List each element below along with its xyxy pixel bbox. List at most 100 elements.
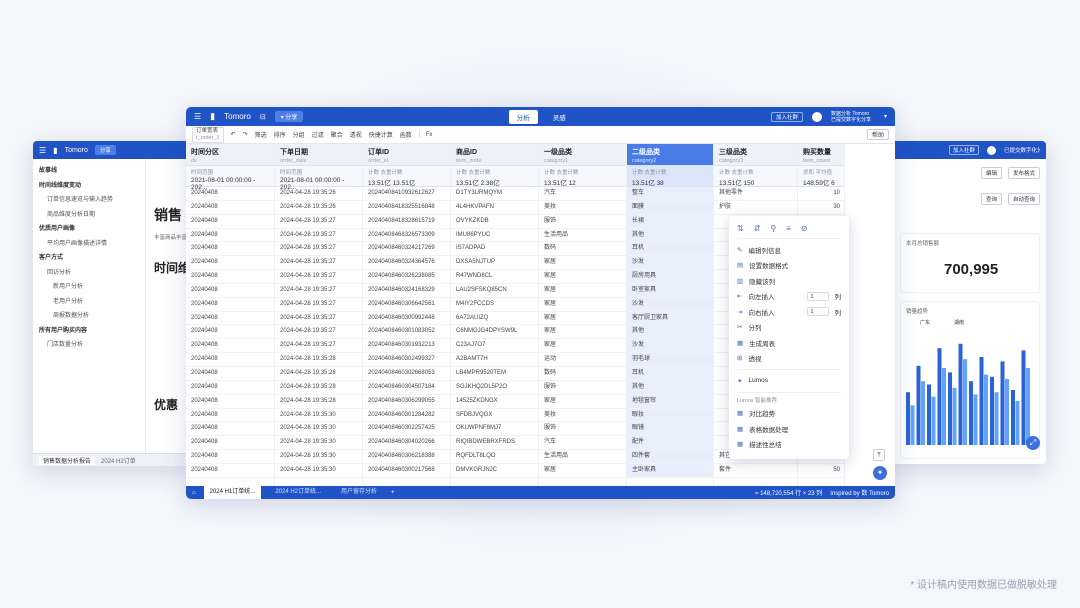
table-cell[interactable]: 服饰 — [539, 422, 626, 437]
home-icon[interactable]: ⌂ — [192, 490, 196, 496]
table-cell[interactable]: 20240408460306218388 — [363, 450, 450, 464]
table-cell[interactable]: 20240408460301083052 — [363, 325, 450, 340]
table-cell[interactable]: RIQIBDWEBRXFRDS — [451, 436, 538, 451]
table-cell[interactable]: 2024-04-28 19:35:27 — [275, 256, 362, 271]
chevron-down-icon[interactable]: ▾ — [884, 113, 887, 120]
table-cell[interactable]: 生活用品 — [539, 229, 626, 243]
table-cell[interactable]: 20240408 — [186, 367, 274, 381]
column-header[interactable]: 三级品类 category3 — [714, 144, 797, 166]
sort-asc-icon[interactable]: ⇅ — [737, 224, 744, 233]
table-cell[interactable]: 面膜 — [627, 200, 713, 215]
avatar[interactable] — [812, 111, 822, 122]
column-header[interactable]: 商品ID item_code — [451, 144, 538, 166]
query-button[interactable]: 查询 — [980, 193, 1002, 205]
table-cell[interactable]: 20240408 — [186, 339, 274, 354]
doc-tab-active[interactable]: 销售数据分析报告 — [39, 455, 96, 465]
add-tab-icon[interactable]: + — [391, 490, 395, 496]
help-button[interactable]: 帮助 — [866, 129, 889, 140]
float-action-button[interactable]: ✦ — [873, 466, 887, 480]
table-cell[interactable]: OVYKZKDB — [451, 215, 538, 229]
table-cell[interactable]: 2024-04-28 19:35:27 — [275, 215, 362, 229]
table-cell[interactable]: 2024-04-28 19:35:27 — [275, 325, 362, 340]
table-cell[interactable]: 20240408 — [186, 215, 274, 229]
table-cell[interactable]: 沙发 — [627, 256, 713, 271]
table-cell[interactable]: 生活用品 — [539, 450, 626, 464]
column-header[interactable]: 时间分区 ds — [186, 144, 274, 166]
column-header[interactable]: 订单ID order_id — [363, 144, 450, 166]
table-cell[interactable]: 20240408460302668053 — [363, 367, 450, 381]
table-cell[interactable]: SFDBJVQGX — [451, 409, 538, 423]
table-cell[interactable]: 2024-04-28 19:35:30 — [275, 450, 362, 464]
table-cell[interactable]: 20240408460304507184 — [363, 381, 450, 395]
table-selector[interactable]: 订单宽表 t_order_1 — [192, 126, 224, 143]
sheet-tab[interactable]: 2024 H2订单统... — [269, 486, 327, 499]
table-cell[interactable]: 2024-04-28 19:35:27 — [275, 339, 362, 354]
table-cell[interactable]: 配件 — [627, 436, 713, 451]
table-cell[interactable]: A2BAMT7H — [451, 353, 538, 367]
table-cell[interactable]: 汽车 — [539, 187, 626, 201]
table-cell[interactable]: 服饰 — [539, 215, 626, 229]
table-cell[interactable]: 美妆 — [539, 201, 626, 215]
table-cell[interactable]: 沙发 — [627, 339, 713, 354]
table-cell[interactable]: 家居 — [539, 464, 626, 478]
table-cell[interactable]: 耳机 — [627, 366, 713, 381]
table-cell[interactable]: 羽毛球 — [627, 353, 713, 367]
table-cell[interactable]: 20240408 — [186, 450, 274, 464]
sidebar-item[interactable]: 平均用户画像描述详情 — [39, 237, 139, 252]
table-cell[interactable]: 运动 — [539, 353, 626, 367]
table-cell[interactable]: D1TY3URMQYM — [451, 187, 538, 201]
table-cell[interactable]: 家居 — [539, 284, 626, 298]
menu-icon[interactable]: ☰ — [39, 146, 46, 155]
table-cell[interactable]: 20240408460301932213 — [363, 339, 450, 354]
insert-count-input[interactable]: 1 — [806, 307, 829, 317]
sidebar-item[interactable]: 商品维度分析日期 — [39, 208, 139, 223]
table-cell[interactable]: 汽车 — [539, 436, 626, 451]
menu-item[interactable]: ⇤ 向左插入 1 列 — [737, 289, 841, 305]
toolbar-button[interactable]: 函数 — [400, 130, 412, 139]
table-cell[interactable]: 厨房用具 — [627, 270, 713, 284]
sidebar-item[interactable]: 门店数量分析 — [39, 338, 139, 353]
table-cell[interactable]: 数码 — [539, 367, 626, 381]
toolbar-button[interactable]: 透视 — [350, 130, 362, 139]
table-cell[interactable]: 20240408 — [186, 201, 274, 215]
table-cell[interactable]: 家居 — [539, 395, 626, 409]
table-cell[interactable]: 20240408 — [186, 298, 274, 312]
insert-count-input[interactable]: 1 — [806, 291, 829, 301]
table-cell[interactable]: 20240408 — [186, 353, 274, 367]
table-cell[interactable]: 家居 — [539, 312, 626, 326]
table-cell[interactable]: LB4MPR9520TEM — [451, 367, 538, 381]
table-cell[interactable]: 20240408410932612627 — [363, 187, 450, 201]
table-cell[interactable]: IS7ADPAD — [451, 242, 538, 257]
table-cell[interactable]: 家居 — [539, 325, 626, 340]
table-cell[interactable]: 家居 — [539, 298, 626, 312]
table-cell[interactable]: 20240408 — [186, 436, 274, 451]
table-cell[interactable]: 2024-04-28 19:35:28 — [275, 367, 362, 381]
table-cell[interactable]: 20240408460302257425 — [363, 422, 450, 437]
table-cell[interactable]: LAU2SFSKQ85CN — [451, 284, 538, 298]
menu-item[interactable]: ▦ 生成周表 — [737, 335, 841, 351]
menu-item[interactable]: ✂ 分列 — [737, 320, 841, 336]
sidebar-item[interactable]: 客户方式 — [39, 251, 139, 266]
toolbar-button[interactable]: 快捷计算 — [369, 130, 393, 139]
table-cell[interactable]: 20240408 — [186, 284, 274, 298]
column-header[interactable]: 二级品类 category2 — [627, 144, 713, 166]
table-cell[interactable]: 20240408460300217568 — [363, 464, 450, 478]
folder-icon[interactable]: ⊟ — [260, 113, 266, 121]
table-cell[interactable]: 20240408460302499327 — [363, 353, 450, 367]
table-cell[interactable]: 主卧家具 — [627, 463, 713, 478]
table-cell[interactable]: IMU86PYUC — [451, 229, 538, 243]
table-cell[interactable]: 20240408460324217269 — [363, 242, 450, 257]
menu-icon[interactable]: ☰ — [194, 112, 201, 121]
table-cell[interactable]: 2024-04-28 19:35:27 — [275, 242, 362, 257]
table-cell[interactable]: 家居 — [539, 270, 626, 284]
table-cell[interactable]: 2024-04-28 19:35:27 — [275, 270, 362, 284]
table-cell[interactable]: 四件套 — [627, 450, 713, 464]
sidebar-item[interactable]: 回访分析 — [39, 266, 139, 281]
table-cell[interactable]: 20240408460306642561 — [363, 298, 450, 312]
publish-button[interactable]: 发布格式 — [1007, 167, 1040, 179]
table-cell[interactable]: 其他 — [627, 228, 713, 243]
table-cell[interactable]: 耳机 — [627, 242, 713, 257]
table-cell[interactable]: 套件 — [714, 464, 797, 478]
sidebar-item[interactable]: 时间线维度变动 — [39, 179, 139, 194]
menu-item[interactable]: ⊞ 透视 — [737, 351, 841, 367]
